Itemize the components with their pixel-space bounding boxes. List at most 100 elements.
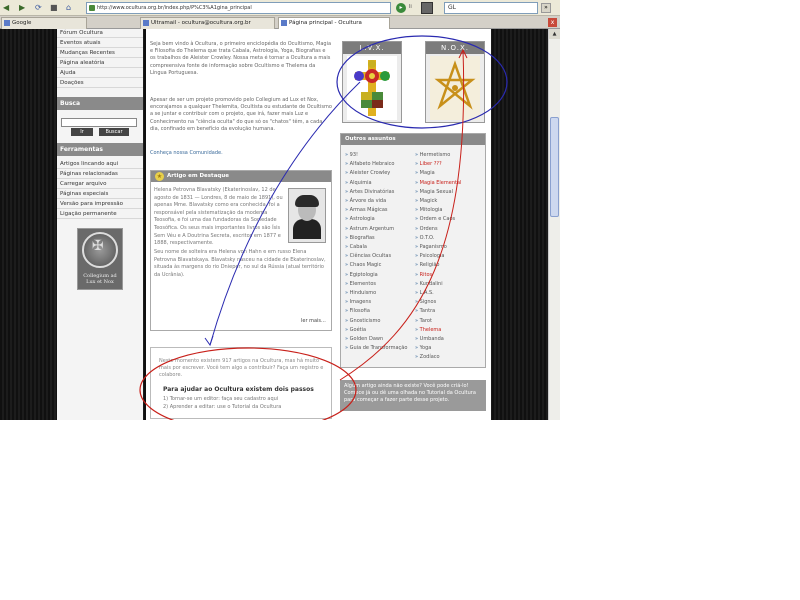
theme-link-label: Psicologia	[419, 253, 445, 260]
theme-link-label: O.T.O.	[419, 234, 435, 241]
theme-link[interactable]: » Ritos	[415, 272, 432, 280]
theme-link[interactable]: » Tantra	[415, 308, 435, 316]
help-item-1[interactable]: 1) Tornar-se um editor: faça seu cadastr…	[163, 396, 278, 402]
theme-link[interactable]: » Religião	[415, 262, 439, 270]
theme-link[interactable]: » Hinduismo	[345, 290, 376, 298]
sidebar-item-impressao[interactable]: Versão para impressão	[57, 200, 143, 209]
theme-link[interactable]: » Zodíaco	[415, 354, 440, 362]
sidebar-item-doacoes[interactable]: Doações	[57, 79, 143, 88]
theme-link-label: Magia	[419, 170, 435, 177]
back-icon[interactable]: ◀	[3, 3, 9, 13]
sidebar-item-lincando[interactable]: Artigos lincando aqui	[57, 160, 143, 169]
theme-link[interactable]: » Alquimia	[345, 180, 372, 188]
theme-link[interactable]: » Hermetismo	[415, 152, 450, 160]
theme-link[interactable]: » Signos	[415, 299, 436, 307]
theme-link[interactable]: » Elementos	[345, 281, 376, 289]
close-tab-button[interactable]: x	[548, 18, 557, 27]
theme-link[interactable]: » Magia Sexual	[415, 189, 453, 197]
extension-icon[interactable]	[421, 2, 433, 14]
sidebar-item-permanente[interactable]: Ligação permanente	[57, 210, 143, 219]
theme-link[interactable]: » Artes Divinatórias	[345, 189, 394, 197]
go-button[interactable]: Ir	[71, 128, 93, 136]
go-button[interactable]: ▸	[396, 3, 406, 13]
theme-link[interactable]: » Kundalini	[415, 281, 443, 289]
intro-paragraph: Seja bem vindo à Ocultura, o primeiro en…	[150, 41, 332, 76]
scroll-up-icon[interactable]: ▲	[549, 29, 560, 39]
theme-link[interactable]: » 93!	[345, 152, 358, 160]
theme-link[interactable]: » Astrologia	[345, 216, 375, 224]
theme-link[interactable]: » Magia	[415, 170, 435, 178]
sidebar-item-relacionadas[interactable]: Páginas relacionadas	[57, 170, 143, 179]
search-input[interactable]: GL	[444, 2, 538, 14]
theme-link[interactable]: » Psicologia	[415, 253, 444, 261]
theme-link[interactable]: » Biografias	[345, 235, 375, 243]
theme-link[interactable]: » Filosofia	[345, 308, 370, 316]
lvx-box[interactable]: L.V.X.	[342, 41, 402, 123]
theme-link[interactable]: » Liber ???	[415, 161, 442, 169]
tab-ultramail[interactable]: Ultramail - ocultura@ocultura.org.br	[140, 17, 275, 29]
nox-title: N.O.X.	[426, 42, 484, 54]
theme-link-label: Alfabeto Hebraico	[349, 161, 395, 168]
collegium-badge[interactable]: ✠ Collegium ad Lux et Nox	[77, 228, 123, 290]
tab-favicon-icon	[4, 20, 10, 26]
theme-link[interactable]: » Egiptologia	[345, 272, 378, 280]
home-icon[interactable]: ⌂	[66, 3, 71, 13]
theme-link[interactable]: » Paganismo	[415, 244, 447, 252]
theme-link[interactable]: » Guia de Transformação	[345, 345, 407, 353]
theme-link[interactable]: » Árvore da vida	[345, 198, 386, 206]
theme-link[interactable]: » Imagens	[345, 299, 371, 307]
theme-link[interactable]: » Goétia	[345, 327, 366, 335]
theme-link-label: Magia Elemental	[419, 179, 462, 186]
theme-link[interactable]: » Chaos Magic	[345, 262, 381, 270]
sidebar-item-carregar[interactable]: Carregar arquivo	[57, 180, 143, 189]
search-button[interactable]: Buscar	[99, 128, 129, 136]
address-bar[interactable]: http://www.ocultura.org.br/index.php/P%C…	[86, 2, 391, 14]
nox-box[interactable]: N.O.X.	[425, 41, 485, 123]
badge-label: Collegium ad Lux et Nox	[78, 273, 122, 285]
community-link[interactable]: Conheça nossa Comunidade.	[150, 150, 332, 157]
scroll-thumb[interactable]	[550, 117, 559, 217]
theme-link[interactable]: » Aleister Crowley	[345, 170, 390, 178]
sidebar-item-forum[interactable]: Fórum Ocultura	[57, 29, 143, 38]
read-more-link[interactable]: ler mais...	[301, 318, 326, 324]
theme-link[interactable]: » Mitologia	[415, 207, 442, 215]
theme-link[interactable]: » Gnosticismo	[345, 318, 380, 326]
reload-icon[interactable]: ⟳	[35, 3, 42, 13]
forward-icon[interactable]: ▶	[19, 3, 25, 13]
theme-link[interactable]: » Golden Dawn	[345, 336, 383, 344]
tab-ocultura[interactable]: Página principal - Ocultura	[278, 17, 390, 29]
theme-link[interactable]: » Magia Elemental	[415, 180, 461, 188]
sidebar-item-eventos[interactable]: Eventos atuais	[57, 39, 143, 48]
tab-google[interactable]: Google	[1, 17, 87, 29]
rose-cross-icon	[347, 56, 397, 120]
scrollbar[interactable]: ▲	[548, 29, 560, 420]
help-item-2[interactable]: 2) Aprender a editar: use o Tutorial da …	[163, 404, 281, 410]
screenshot: ◀ ▶ ⟳ ■ ⌂ http://www.ocultura.org.br/ind…	[0, 0, 560, 420]
theme-link[interactable]: » Ordens	[415, 226, 438, 234]
portrait-image[interactable]	[288, 188, 326, 243]
theme-link[interactable]: » Yoga	[415, 345, 431, 353]
theme-link[interactable]: » Ordem e Caos	[415, 216, 455, 224]
theme-link[interactable]: » Tarot	[415, 318, 432, 326]
sidebar-item-aleatoria[interactable]: Página aleatória	[57, 59, 143, 68]
featured-article: Artigo em Destaque ★ Helena Petrovna Bla…	[150, 170, 332, 331]
theme-link[interactable]: » Alfabeto Hebraico	[345, 161, 394, 169]
search-go-button[interactable]: »	[541, 3, 551, 13]
theme-link-label: Ordem e Caos	[419, 216, 456, 223]
sidebar-search-input[interactable]	[61, 118, 137, 127]
theme-link[interactable]: » Cabala	[345, 244, 367, 252]
theme-link[interactable]: » O.T.O.	[415, 235, 434, 243]
theme-link[interactable]: » Astrum Argentum	[345, 226, 394, 234]
sidebar-item-especiais[interactable]: Páginas especiais	[57, 190, 143, 199]
theme-link[interactable]: » L.A.S.	[415, 290, 434, 298]
theme-link[interactable]: » Ciências Ocultas	[345, 253, 391, 261]
sidebar-item-ajuda[interactable]: Ajuda	[57, 69, 143, 78]
stop-icon[interactable]: ■	[50, 3, 58, 13]
theme-link[interactable]: » Magick	[415, 198, 437, 206]
theme-link[interactable]: » Umbanda	[415, 336, 444, 344]
theme-link[interactable]: » Armas Mágicas	[345, 207, 388, 215]
theme-link-label: Ritos	[419, 271, 433, 278]
main-content: Seja bem vindo à Ocultura, o primeiro en…	[146, 29, 336, 420]
sidebar-item-mudancas[interactable]: Mudanças Recentes	[57, 49, 143, 58]
theme-link[interactable]: » Thelema	[415, 327, 441, 335]
